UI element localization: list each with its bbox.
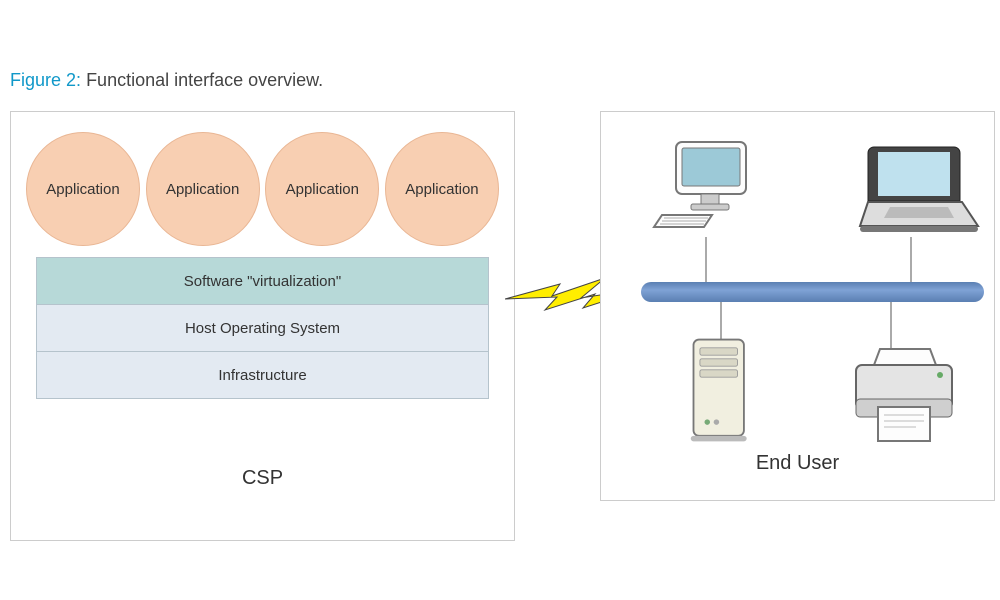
network-bus (641, 282, 984, 302)
application-node: Application (26, 132, 140, 246)
figure-caption: Figure 2: Functional interface overview. (10, 70, 990, 91)
figure-2-diagram: Figure 2: Functional interface overview.… (0, 0, 1000, 561)
laptop-icon (854, 137, 984, 247)
csp-panel: Application Application Application Appl… (10, 111, 515, 541)
infrastructure-layer: Infrastructure (37, 351, 488, 398)
diagram-canvas: Application Application Application Appl… (10, 111, 990, 551)
csp-stack: Software "virtualization" Host Operating… (36, 257, 489, 399)
application-row: Application Application Application Appl… (26, 132, 499, 246)
virtualization-layer: Software "virtualization" (37, 258, 488, 304)
desktop-pc-icon (641, 137, 771, 247)
end-user-label: End User (601, 452, 994, 475)
figure-number: Figure 2: (10, 70, 81, 90)
csp-label: CSP (11, 467, 514, 490)
application-node: Application (385, 132, 499, 246)
server-icon (656, 335, 786, 445)
end-user-panel: End User (600, 111, 995, 501)
host-os-layer: Host Operating System (37, 304, 488, 351)
application-node: Application (265, 132, 379, 246)
printer-icon (839, 345, 969, 455)
figure-title: Functional interface overview. (86, 70, 323, 90)
application-node: Application (146, 132, 260, 246)
